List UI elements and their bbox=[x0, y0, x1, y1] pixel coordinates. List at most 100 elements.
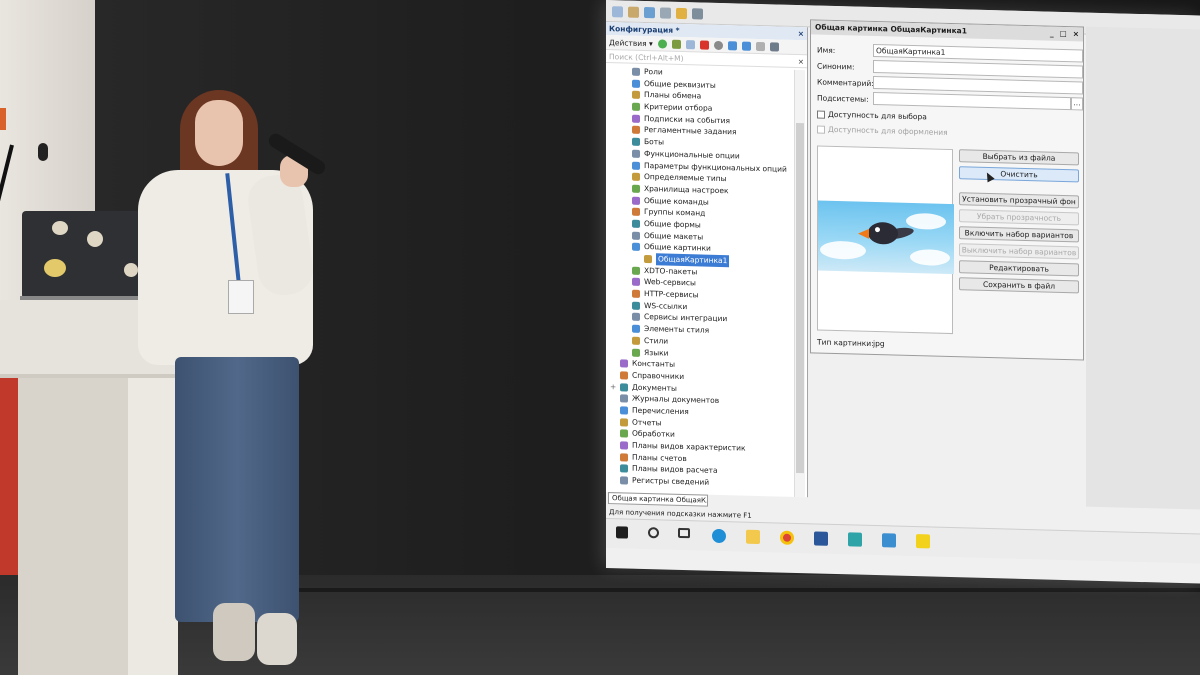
save-to-file-button[interactable]: Сохранить в файл bbox=[959, 277, 1079, 294]
remove-transparency-button[interactable]: Убрать прозрачность bbox=[959, 209, 1079, 226]
comment-field[interactable] bbox=[873, 75, 1083, 95]
subsystems-field[interactable] bbox=[873, 91, 1071, 111]
chrome-icon[interactable] bbox=[780, 530, 794, 545]
settings-icon[interactable] bbox=[713, 40, 723, 50]
cloud bbox=[906, 212, 946, 230]
sky-image bbox=[818, 200, 954, 275]
copy-icon[interactable] bbox=[685, 39, 695, 49]
name-field[interactable]: ОбщаяКартинка1 bbox=[873, 43, 1083, 63]
minimize-icon[interactable]: _ bbox=[1050, 29, 1054, 39]
synonym-row: Синоним: bbox=[817, 59, 873, 74]
laptop-sticker bbox=[87, 231, 103, 247]
expand-icon[interactable]: + bbox=[610, 381, 616, 393]
onec-icon[interactable] bbox=[916, 534, 930, 549]
actions-menu[interactable]: Действия ▾ bbox=[609, 38, 653, 48]
tree-scrollbar[interactable] bbox=[794, 69, 805, 498]
subsystems-select-button[interactable]: ... bbox=[1071, 97, 1083, 111]
tree-node-icon bbox=[632, 102, 640, 111]
name-label: Имя: bbox=[817, 45, 836, 55]
picture-type-label: Тип картинки: bbox=[817, 337, 874, 349]
tree-node-icon bbox=[620, 429, 628, 438]
filter-icon[interactable] bbox=[769, 41, 779, 52]
close-icon[interactable]: × bbox=[1073, 29, 1079, 39]
toolbar-icon[interactable] bbox=[628, 6, 639, 18]
tree-node-icon bbox=[632, 196, 640, 205]
select-availability-checkbox[interactable]: Доступность для выбора bbox=[817, 109, 927, 122]
enable-variants-button[interactable]: Включить набор вариантов bbox=[959, 226, 1079, 243]
edit-button[interactable]: Редактировать bbox=[959, 260, 1079, 277]
search-input[interactable]: Поиск (Ctrl+Alt+M) bbox=[609, 52, 684, 63]
comment-row: Комментарий: bbox=[817, 75, 874, 90]
tree-node-icon bbox=[620, 464, 628, 473]
speaker bbox=[135, 85, 330, 665]
synonym-field[interactable] bbox=[873, 59, 1083, 79]
design-availability-checkbox[interactable]: Доступность для оформления bbox=[817, 125, 948, 137]
checkbox-box[interactable] bbox=[817, 125, 825, 134]
clear-search-icon[interactable]: × bbox=[798, 57, 804, 66]
maximize-icon[interactable]: □ bbox=[1060, 29, 1067, 39]
task-view-icon[interactable] bbox=[678, 527, 690, 539]
tree-node-icon bbox=[632, 137, 640, 147]
sneaker bbox=[257, 613, 297, 665]
move-down-icon[interactable] bbox=[741, 41, 751, 51]
tree-node-icon bbox=[632, 126, 640, 135]
disable-variants-button[interactable]: Выключить набор вариантов bbox=[959, 243, 1079, 260]
name-row: Имя: bbox=[817, 43, 873, 58]
tree-node-icon bbox=[632, 242, 640, 252]
toolbar-icon[interactable] bbox=[676, 7, 687, 20]
cloud bbox=[910, 248, 950, 267]
app-icon[interactable] bbox=[848, 532, 862, 547]
configuration-panel: Конфигурация * × Действия ▾ Поиск (Ctrl+… bbox=[606, 22, 808, 498]
tree-node-icon bbox=[620, 359, 628, 368]
tree-node-icon bbox=[632, 161, 640, 170]
cloud bbox=[820, 240, 866, 260]
checkbox-label: Доступность для оформления bbox=[828, 124, 948, 137]
toolbar-icon[interactable] bbox=[644, 6, 655, 19]
edge-icon[interactable] bbox=[712, 528, 726, 544]
move-up-icon[interactable] bbox=[727, 40, 737, 50]
tree-node-icon bbox=[620, 417, 628, 427]
checkbox-label: Доступность для выбора bbox=[828, 109, 927, 122]
photos-icon[interactable] bbox=[882, 533, 896, 548]
tree-node-icon bbox=[632, 149, 640, 158]
add-icon[interactable] bbox=[657, 38, 667, 49]
picture-type-value: jpg bbox=[873, 338, 885, 349]
picture-window-title: Общая картинка ОбщаяКартинка1 bbox=[815, 22, 967, 36]
tree-item-label: Регистры сведений bbox=[632, 475, 710, 487]
tree-node-icon bbox=[632, 289, 640, 298]
tree-node-icon bbox=[632, 91, 640, 100]
toolbar-icon[interactable] bbox=[612, 6, 623, 18]
open-window-tab[interactable]: Общая картинка ОбщаяК... bbox=[608, 492, 708, 507]
properties-icon[interactable] bbox=[755, 41, 765, 51]
tree-item-label: Языки bbox=[644, 347, 669, 358]
checkbox-box[interactable] bbox=[817, 110, 825, 119]
sneaker bbox=[213, 603, 255, 661]
delete-icon[interactable] bbox=[699, 39, 709, 50]
picture-preview bbox=[817, 145, 954, 335]
tree-node-icon bbox=[620, 453, 628, 462]
close-icon[interactable]: × bbox=[798, 29, 804, 38]
tree-node-icon bbox=[632, 231, 640, 240]
set-transparent-button[interactable]: Установить прозрачный фон bbox=[959, 192, 1079, 209]
tree-node-icon bbox=[632, 67, 640, 76]
tree-item-label: Отчеты bbox=[632, 417, 662, 428]
windows-start-icon[interactable] bbox=[616, 526, 628, 539]
toolbar-icon[interactable] bbox=[692, 8, 703, 20]
edit-icon[interactable] bbox=[671, 39, 681, 49]
laptop-sticker bbox=[52, 221, 68, 235]
clear-button[interactable]: Очистить bbox=[959, 166, 1079, 183]
workspace-area bbox=[1086, 26, 1200, 510]
file-explorer-icon[interactable] bbox=[746, 529, 760, 545]
toolbar-icon[interactable] bbox=[660, 7, 671, 19]
speaker-jeans bbox=[175, 357, 299, 622]
metadata-tree: Роли Общие реквизиты Планы обмена Критерии … bbox=[606, 65, 794, 497]
scroll-thumb[interactable] bbox=[796, 122, 804, 474]
tree-node-icon bbox=[632, 313, 640, 322]
tree-node-icon bbox=[632, 301, 640, 310]
choose-file-button[interactable]: Выбрать из файла bbox=[959, 149, 1079, 166]
search-icon[interactable] bbox=[648, 527, 659, 539]
bird-icon bbox=[868, 221, 898, 245]
word-icon[interactable] bbox=[814, 531, 828, 546]
tree-node-icon bbox=[620, 406, 628, 415]
wall-accent bbox=[0, 108, 6, 130]
